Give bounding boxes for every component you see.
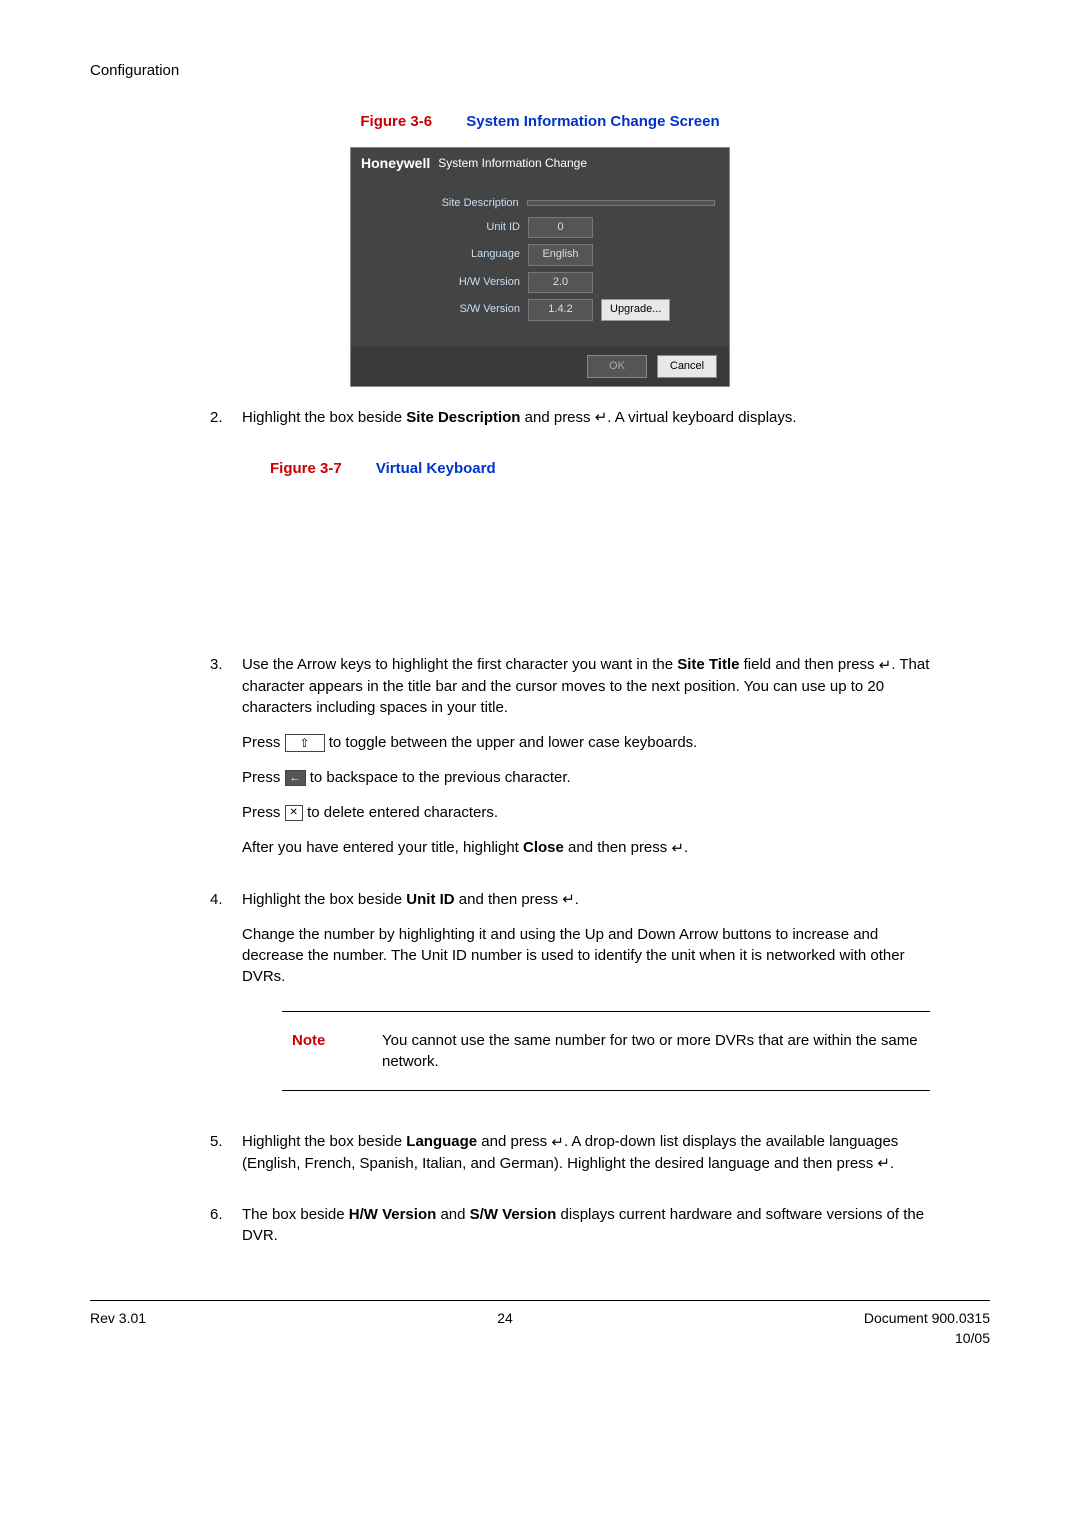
screenshot-footer: OK Cancel — [351, 347, 729, 386]
page-footer: Rev 3.01 24 Document 900.0315 10/05 — [90, 1300, 990, 1348]
figure-number: Figure 3-7 — [270, 460, 342, 477]
label-sw-version: S/W Version — [365, 302, 520, 317]
ok-button[interactable]: OK — [587, 355, 647, 378]
step-3-p4: Press to delete entered characters. — [242, 802, 930, 823]
backspace-key-icon — [285, 770, 306, 786]
row-site-description: Site Description — [365, 196, 715, 211]
step-3-p2: Press to toggle between the upper and lo… — [242, 732, 930, 753]
step-3: 3. Use the Arrow keys to highlight the f… — [210, 654, 930, 872]
row-unit-id: Unit ID 0 — [365, 217, 715, 238]
step-4: 4. Highlight the box beside Unit ID and … — [210, 889, 930, 1116]
footer-right: Document 900.0315 10/05 — [864, 1309, 990, 1348]
enter-icon — [671, 838, 684, 859]
enter-icon — [551, 1132, 564, 1153]
page-header: Configuration — [90, 60, 990, 81]
field-language[interactable]: English — [528, 244, 593, 265]
figure-3-7-caption: Figure 3-7 Virtual Keyboard — [270, 458, 930, 479]
label-hw-version: H/W Version — [365, 275, 520, 290]
delete-key-icon — [285, 805, 303, 821]
figure-3-6-caption: Figure 3-6 System Information Change Scr… — [90, 111, 990, 132]
note-label: Note — [292, 1030, 352, 1072]
brand-label: Honeywell — [361, 154, 430, 174]
note-text: You cannot use the same number for two o… — [382, 1030, 920, 1072]
screenshot-titlebar: Honeywell System Information Change — [351, 148, 729, 180]
step-number: 6. — [210, 1204, 242, 1260]
window-title: System Information Change — [438, 155, 587, 172]
row-language: Language English — [365, 244, 715, 265]
footer-date: 10/05 — [864, 1329, 990, 1349]
step-5: 5. Highlight the box beside Language and… — [210, 1131, 930, 1188]
enter-icon — [877, 1153, 890, 1174]
note-block: Note You cannot use the same number for … — [282, 1011, 930, 1091]
virtual-keyboard-placeholder — [210, 494, 930, 654]
step-6-text: The box beside H/W Version and S/W Versi… — [242, 1204, 930, 1246]
step-4-p1: Highlight the box beside Unit ID and the… — [242, 889, 930, 911]
label-language: Language — [365, 247, 520, 262]
step-5-text: Highlight the box beside Language and pr… — [242, 1131, 930, 1174]
section-title: Configuration — [90, 62, 179, 79]
label-unit-id: Unit ID — [365, 220, 520, 235]
step-number: 5. — [210, 1131, 242, 1188]
step-3-p5: After you have entered your title, highl… — [242, 837, 930, 859]
figure-title: System Information Change Screen — [466, 113, 719, 130]
row-hw-version: H/W Version 2.0 — [365, 272, 715, 293]
instruction-list: 2. Highlight the box beside Site Descrip… — [210, 407, 930, 1260]
step-2: 2. Highlight the box beside Site Descrip… — [210, 407, 930, 443]
footer-rev: Rev 3.01 — [90, 1309, 146, 1348]
cancel-button[interactable]: Cancel — [657, 355, 717, 378]
system-info-change-screenshot: Honeywell System Information Change Site… — [350, 147, 730, 387]
shift-key-icon — [285, 734, 325, 752]
row-sw-version: S/W Version 1.4.2 Upgrade... — [365, 299, 715, 320]
field-sw-version: 1.4.2 — [528, 299, 593, 320]
step-number: 4. — [210, 889, 242, 1116]
step-3-p3: Press to backspace to the previous chara… — [242, 767, 930, 788]
step-number: 3. — [210, 654, 242, 872]
enter-icon — [562, 889, 575, 910]
field-site-description[interactable] — [527, 200, 715, 206]
figure-title: Virtual Keyboard — [376, 460, 496, 477]
figure-number: Figure 3-6 — [360, 113, 432, 130]
field-unit-id[interactable]: 0 — [528, 217, 593, 238]
step-number: 2. — [210, 407, 242, 443]
enter-icon — [879, 655, 892, 676]
footer-page: 24 — [497, 1309, 513, 1348]
upgrade-button[interactable]: Upgrade... — [601, 299, 670, 320]
step-4-p2: Change the number by highlighting it and… — [242, 924, 930, 987]
step-2-text: Highlight the box beside Site Descriptio… — [242, 407, 930, 429]
enter-icon — [595, 407, 608, 428]
field-hw-version: 2.0 — [528, 272, 593, 293]
step-3-p1: Use the Arrow keys to highlight the firs… — [242, 654, 930, 718]
screenshot-body: Site Description Unit ID 0 Language Engl… — [351, 180, 729, 347]
footer-doc: Document 900.0315 — [864, 1309, 990, 1329]
step-6: 6. The box beside H/W Version and S/W Ve… — [210, 1204, 930, 1260]
label-site-description: Site Description — [365, 196, 519, 211]
